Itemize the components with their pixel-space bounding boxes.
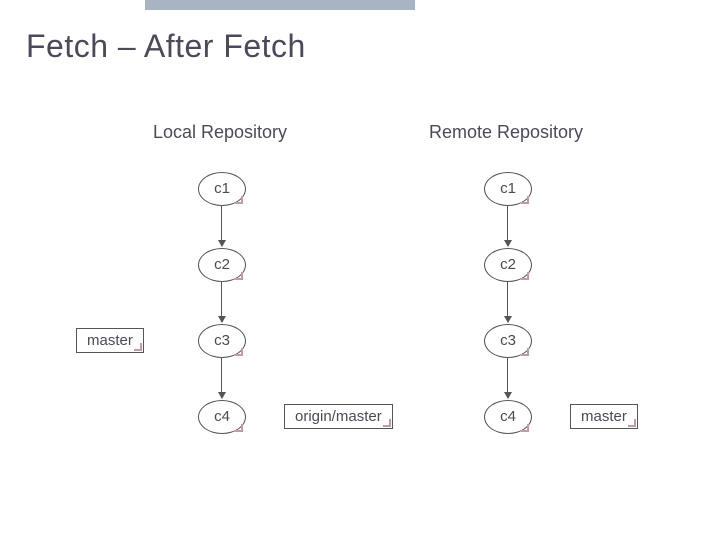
local-commit-c1: c1: [198, 172, 246, 206]
remote-master-pointer: master: [570, 404, 638, 429]
remote-repo-heading: Remote Repository: [406, 122, 606, 143]
local-commit-c4: c4: [198, 400, 246, 434]
remote-commit-c3: c3: [484, 324, 532, 358]
local-commit-c3: c3: [198, 324, 246, 358]
arrow-local-c1-c2: [221, 206, 222, 246]
arrow-remote-c2-c3: [507, 282, 508, 322]
local-repo-heading: Local Repository: [120, 122, 320, 143]
arrow-remote-c3-c4: [507, 358, 508, 398]
arrow-remote-c1-c2: [507, 206, 508, 246]
local-master-pointer: master: [76, 328, 144, 353]
local-commit-c2: c2: [198, 248, 246, 282]
remote-commit-c2: c2: [484, 248, 532, 282]
remote-commit-c4: c4: [484, 400, 532, 434]
arrow-local-c2-c3: [221, 282, 222, 322]
remote-commit-c1: c1: [484, 172, 532, 206]
header-accent-bar: [145, 0, 415, 10]
arrow-local-c3-c4: [221, 358, 222, 398]
slide-title: Fetch – After Fetch: [26, 28, 306, 65]
origin-master-pointer: origin/master: [284, 404, 393, 429]
